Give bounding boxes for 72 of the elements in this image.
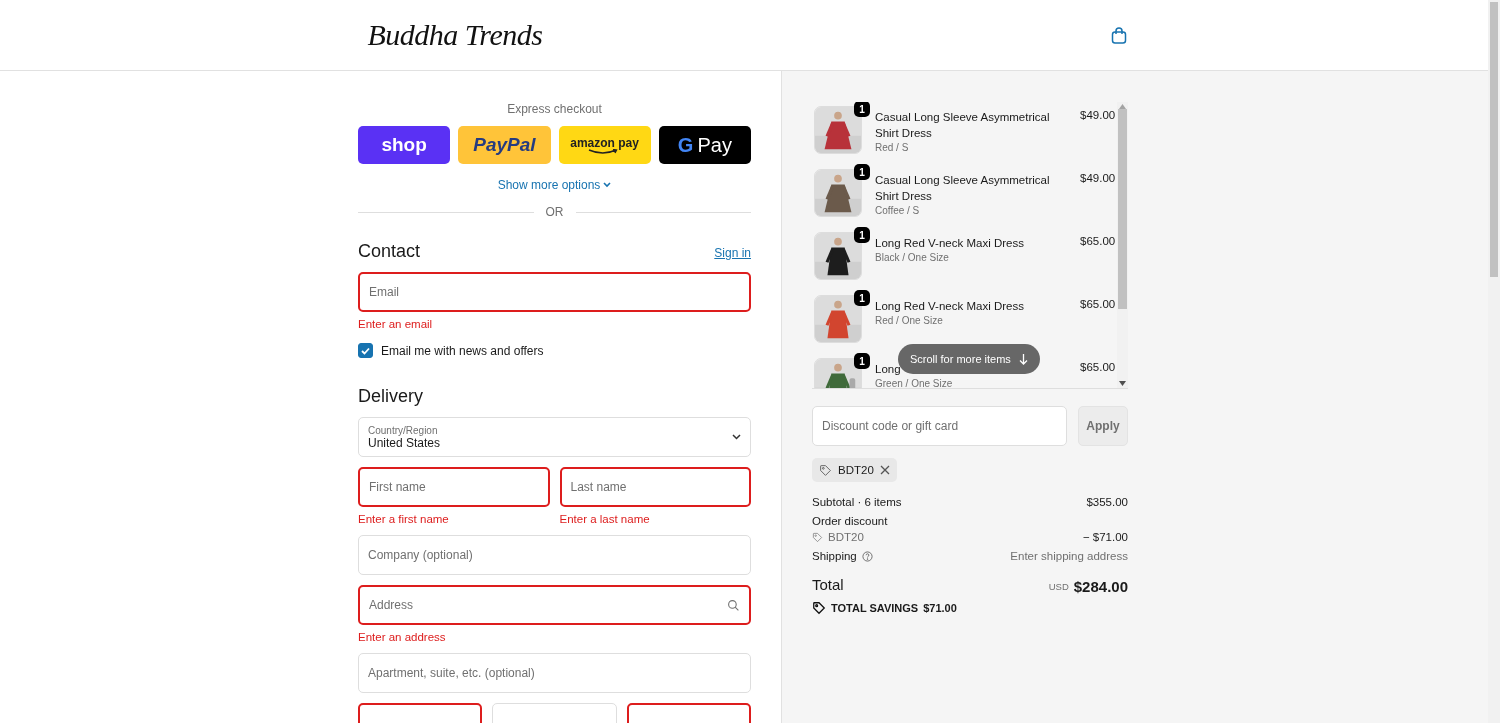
subtotal-value: $355.00 [1086,496,1128,508]
product-price: $65.00 [1080,297,1116,312]
chevron-down-icon [603,182,612,188]
help-icon[interactable] [861,550,873,562]
product-price: $65.00 [1080,234,1116,249]
checkmark-icon [361,346,370,355]
show-more-link[interactable]: Show more options [497,178,612,192]
input-field[interactable]: Email [358,272,751,312]
checkbox[interactable] [358,343,373,358]
product-title: Casual Long Sleeve Asymmetrical Shirt Dress [875,173,1051,204]
tag-icon [819,463,832,477]
chevron-down-icon [732,434,741,440]
smile-arrow-icon [587,149,618,155]
discount-code: BDT20 [838,464,874,476]
product-price: $49.00 [1080,171,1116,186]
subtotal-label: Subtotal · 6 items [812,496,902,508]
product-variant: Black / One Size [875,252,950,263]
section-heading: Delivery [358,386,423,407]
error-message: Enter an email [358,318,434,330]
product-price: $65.00 [1080,360,1116,375]
quantity-badge: 1 [854,102,870,117]
express-pay-button[interactable]: PayPal [458,126,551,164]
discount-field[interactable]: Discount code or gift card [812,406,1067,446]
input-field[interactable]: First name [358,467,550,507]
product-title: Long Red V-neck Maxi Dress [875,236,1025,251]
store-logo[interactable]: Buddha Trends [367,18,543,52]
scrollbar[interactable] [1117,102,1128,388]
arrow-down-icon [1018,353,1028,365]
product-variant: Green / One Size [875,378,954,388]
shipping-label: Shipping [812,550,857,562]
newsletter-checkbox[interactable]: Email me with news and offers [358,343,751,358]
checkbox-label: Email me with news and offers [381,343,544,358]
search-icon [727,599,740,612]
discount-code: BDT20 [828,531,864,543]
country-select[interactable]: Country/Region United States [358,417,751,457]
shipping-value: Enter shipping address [1010,550,1128,562]
error-message: Enter an address [358,631,447,643]
section-heading: Contact [358,241,421,262]
shopping-bag-icon[interactable] [1110,26,1127,44]
divider-label: OR [545,205,564,219]
tag-icon [812,601,826,615]
express-pay-button[interactable]: amazon pay [558,126,651,164]
tag-icon [812,531,823,543]
error-message: Enter a last name [559,513,651,525]
express-pay-button[interactable]: shop [358,126,451,164]
page-scrollbar[interactable] [1488,0,1500,723]
discount-value: − $71.00 [1082,531,1128,543]
product-title: Casual Long Sleeve Asymmetrical Shirt Dress [875,110,1051,141]
express-checkout-label: Express checkout [506,102,603,116]
total-value: $284.00 [1073,578,1128,595]
product-title: Long Red V-neck Maxi Dress [875,299,1025,314]
quantity-badge: 1 [854,164,870,180]
input-field[interactable]: Address [358,585,751,625]
discount-label: Order discount [812,515,888,527]
savings-value: $71.00 [923,602,957,614]
quantity-badge: 1 [854,353,870,369]
product-variant: Red / One Size [875,315,944,326]
currency-label: USD [1048,581,1069,592]
product-variant: Red / S [875,142,910,153]
error-message: Enter a first name [358,513,450,525]
quantity-badge: 1 [854,290,870,306]
scroll-down-icon[interactable] [1119,381,1127,386]
quantity-badge: 1 [854,227,870,243]
total-label: Total [812,576,844,593]
product-price: $49.00 [1080,108,1116,123]
product-variant: Coffee / S [875,205,921,216]
input-field[interactable]: Last name [559,467,751,507]
sign-in-link[interactable]: Sign in [714,246,751,260]
remove-icon[interactable] [879,465,890,475]
express-pay-button[interactable]: G Pay [658,126,751,164]
apply-button[interactable]: Apply [1078,406,1128,446]
savings-label: TOTAL SAVINGS [831,602,919,614]
